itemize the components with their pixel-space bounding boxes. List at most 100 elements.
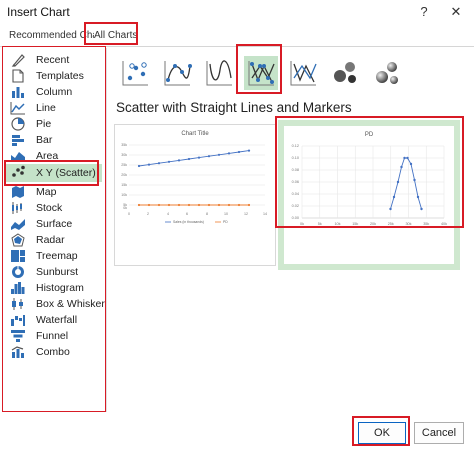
histogram-chart-icon (11, 282, 25, 294)
sidebar-item-treemap[interactable]: Treemap (6, 248, 102, 264)
templates-icon (12, 69, 24, 83)
right-ytick: 0.02 (292, 204, 299, 208)
preview-sales-chart-svg: Chart Title 35k 30k 25k 20k 15k 10k 5k 0… (121, 131, 267, 224)
bar-chart-icon (12, 135, 24, 146)
subtype-scatter-smooth-lines-markers[interactable] (160, 56, 194, 90)
preview-pd-inner: PD 0.12 0.10 0.08 0.06 0.04 0.02 0.00 0k (284, 126, 454, 264)
map-chart-icon (12, 186, 24, 198)
surface-chart-icon (11, 219, 25, 230)
sidebar-item-combo[interactable]: Combo (6, 344, 102, 360)
right-xtick: 15k (352, 222, 358, 226)
right-xtick: 40k (441, 222, 447, 226)
subtype-scatter[interactable] (118, 56, 152, 90)
left-ytick: 10k (121, 193, 127, 197)
box-whisker-chart-icon (12, 298, 23, 310)
sidebar-item-stock[interactable]: Stock (6, 200, 102, 216)
preview-chart-pd[interactable]: PD 0.12 0.10 0.08 0.06 0.04 0.02 0.00 0k (278, 120, 460, 270)
right-ytick: 0.08 (292, 168, 299, 172)
chart-content-panel: Scatter with Straight Lines and Markers … (110, 48, 466, 412)
right-xtick: 20k (370, 222, 376, 226)
dialog-footer: OK Cancel (0, 412, 474, 450)
left-ytick: 20k (121, 173, 127, 177)
sidebar-item-map[interactable]: Map (6, 184, 102, 200)
sidebar-item-templates[interactable]: Templates (6, 68, 102, 84)
series-sales-line (138, 150, 250, 167)
scatter-smooth-lines-markers-icon (164, 61, 192, 86)
preview-right-title: PD (365, 132, 374, 138)
left-xtick: 4 (167, 212, 169, 216)
cancel-button[interactable]: Cancel (414, 422, 464, 444)
sidebar-item-pie[interactable]: Pie (6, 116, 102, 132)
recent-icon (11, 54, 25, 67)
legend-sales: Sales (in thousands) (173, 220, 204, 224)
subtype-bubble[interactable] (328, 56, 362, 90)
tab-all-charts[interactable]: All Charts (94, 30, 138, 41)
right-ytick: 0.12 (292, 144, 299, 148)
left-ytick: 0k (123, 206, 127, 210)
sidebar-item-line[interactable]: Line (6, 100, 102, 116)
series-pd-curve-markers (389, 156, 423, 211)
sidebar-item-histogram[interactable]: Histogram (6, 280, 102, 296)
subtype-bubble-3d[interactable] (370, 56, 404, 90)
combo-chart-icon (11, 346, 24, 358)
stock-chart-icon (12, 202, 22, 214)
right-xtick: 5k (318, 222, 322, 226)
subtype-scatter-straight-lines-markers[interactable] (244, 56, 278, 90)
right-ytick: 0.00 (292, 216, 299, 220)
scatter-chart-icon (12, 165, 25, 177)
left-xtick: 6 (186, 212, 188, 216)
sidebar-item-bar[interactable]: Bar (6, 132, 102, 148)
right-ytick: 0.04 (292, 192, 299, 196)
right-xtick: 35k (423, 222, 429, 226)
funnel-chart-icon (11, 330, 25, 342)
chart-subtype-gallery (114, 52, 414, 94)
treemap-chart-icon (11, 250, 25, 262)
scatter-straight-lines-icon (290, 61, 317, 86)
scatter-markers-icon (122, 61, 148, 86)
left-xtick: 0 (128, 212, 130, 216)
bubble-icon (334, 62, 356, 83)
help-button[interactable]: ? (414, 3, 434, 21)
left-xtick: 2 (147, 212, 149, 216)
sidebar-item-box-whisker[interactable]: Box & Whisker (6, 296, 105, 312)
bubble-3d-icon (376, 62, 398, 84)
sidebar-item-column[interactable]: Column (6, 84, 102, 100)
subtype-scatter-smooth-lines[interactable] (202, 56, 236, 90)
column-chart-icon (12, 87, 24, 98)
title-bar: Insert Chart ? ✕ (0, 0, 474, 24)
ok-button[interactable]: OK (358, 422, 406, 444)
right-xtick: 30k (405, 222, 411, 226)
right-xtick: 0k (300, 222, 304, 226)
sidebar-item-area[interactable]: Area (6, 148, 102, 164)
panel-divider (106, 48, 107, 412)
subtype-title: Scatter with Straight Lines and Markers (116, 100, 352, 115)
sidebar-item-radar[interactable]: Radar (6, 232, 102, 248)
sidebar-item-surface[interactable]: Surface (6, 216, 102, 232)
right-xtick: 25k (388, 222, 394, 226)
subtype-scatter-straight-lines[interactable] (286, 56, 320, 90)
left-xtick: 14 (263, 212, 267, 216)
sidebar-item-funnel[interactable]: Funnel (6, 328, 102, 344)
waterfall-chart-icon (11, 315, 25, 326)
pie-chart-icon (11, 117, 25, 131)
area-chart-icon (11, 152, 25, 162)
legend-pd: PD (223, 220, 228, 224)
sidebar-item-waterfall[interactable]: Waterfall (6, 312, 102, 328)
left-ytick: 25k (121, 163, 127, 167)
preview-left-title: Chart Title (181, 131, 209, 137)
dialog-title: Insert Chart (7, 5, 70, 19)
left-xtick: 12 (244, 212, 248, 216)
left-xtick: 10 (224, 212, 228, 216)
preview-chart-sales[interactable]: Chart Title 35k 30k 25k 20k 15k 10k 5k 0… (114, 124, 276, 266)
close-button[interactable]: ✕ (446, 3, 466, 21)
right-ytick: 0.10 (292, 156, 299, 160)
sidebar-item-recent[interactable]: Recent (6, 52, 102, 68)
tab-bar: Recommended Charts All Charts (0, 24, 474, 47)
series-pd-curve (390, 157, 422, 210)
left-ytick: 15k (121, 183, 127, 187)
chart-type-list: Recent Templates Column Line Pie Bar Are… (6, 50, 105, 410)
sunburst-chart-icon (12, 266, 24, 278)
sidebar-item-sunburst[interactable]: Sunburst (6, 264, 102, 280)
right-ytick: 0.06 (292, 180, 299, 184)
sidebar-item-xy-scatter[interactable]: X Y (Scatter) (6, 164, 102, 182)
